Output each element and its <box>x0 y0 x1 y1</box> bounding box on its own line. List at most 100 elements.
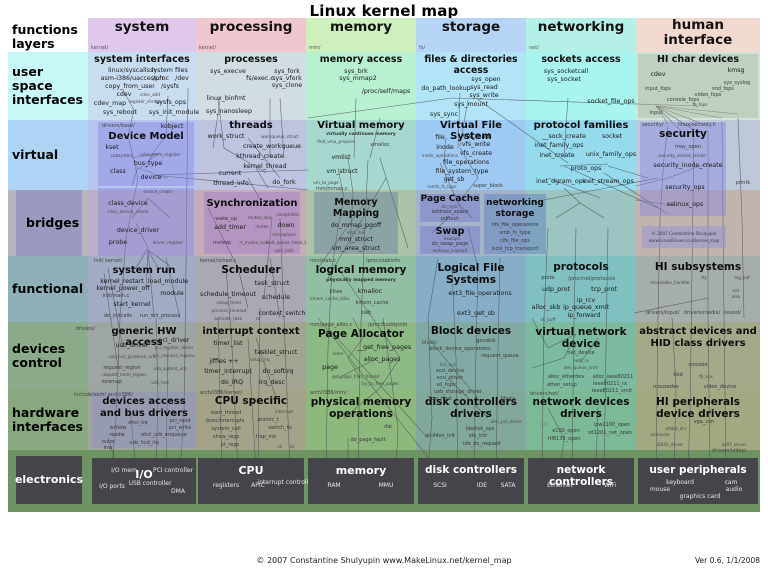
block-swap[interactable]: Swap kswapd do_swap_page wakeup_kswapd <box>420 226 480 254</box>
fn: sys_clone <box>271 82 303 89</box>
column-header-memory[interactable]: memory mm/ <box>306 18 416 52</box>
fn: slab <box>360 310 372 316</box>
electronics-user-peripherals[interactable]: user peripherals keyboard cam mouse audi… <box>638 458 758 504</box>
fn: cdev <box>116 91 132 98</box>
fn: scsi_driver <box>436 375 464 381</box>
block-hi-peripherals-device-drivers[interactable]: HI peripherals device drivers vga_con at… <box>638 392 758 454</box>
block-physical-memory-operations[interactable]: arch/i386/mm/ physical memory operations… <box>308 390 414 448</box>
fn: wakeup_kswapd <box>432 248 468 253</box>
fn: input <box>649 110 663 116</box>
block-title: Page Allocator <box>317 328 405 340</box>
block-abstract-devices-hid[interactable]: abstract devices and HID class drivers c… <box>638 324 758 390</box>
fn: inet_dgram_ops <box>535 178 587 185</box>
block-hi-subsystems[interactable]: HI subsystems mousedev_handler tty log_b… <box>638 258 758 320</box>
block-device-model[interactable]: drivers/base/ kobject Device Model kset … <box>98 122 194 186</box>
electronics-memory[interactable]: memory RAM MMU <box>308 458 414 504</box>
fn: request_queue <box>481 353 519 359</box>
electronics-item: audio <box>725 486 743 493</box>
electronics-item: IDE <box>476 482 488 489</box>
fn: do_page_fault <box>350 437 386 443</box>
fn: usb_hcd <box>151 380 169 385</box>
block-scheduler[interactable]: kernel/sched.c Scheduler task_struct sch… <box>198 258 305 321</box>
row-label-virtual: virtual <box>12 147 59 162</box>
electronics-io[interactable]: I/O I/O mem I/O ports PCI controller USB… <box>92 458 196 504</box>
block-logical-memory[interactable]: mm/slab.c /proc/slabinfo logical memory … <box>308 258 414 320</box>
block-title: Block devices <box>430 325 512 337</box>
fn: pci_register_driver <box>154 345 194 350</box>
fn: task_struct <box>254 280 290 287</box>
block-system-interfaces[interactable]: system interfaces linux/syscalls.h asm-i… <box>90 54 199 118</box>
fn: cli <box>277 444 283 449</box>
block-protocol-families[interactable]: protocol families __sock_create socket i… <box>528 120 637 188</box>
fn: inw <box>103 445 113 451</box>
fn: ide_intr <box>468 433 488 439</box>
electronics-item: SCSI <box>433 482 447 489</box>
fn: device_create <box>143 189 173 194</box>
block-virtual-network-device[interactable]: virtual network device net_device netif_… <box>528 324 634 394</box>
fn: add_timer <box>214 224 246 231</box>
fn: pci_write <box>168 425 192 431</box>
fn: sys_sync <box>430 111 458 118</box>
column-header-networking[interactable]: networking net/ <box>526 18 636 52</box>
block-device-model-bridges[interactable]: device_create class_device class_device_… <box>98 188 194 256</box>
block-logical-file-systems[interactable]: Logical File Systems ext3_file_operation… <box>418 258 524 320</box>
block-disk-controllers-drivers[interactable]: disk controllers drivers Scsi_Host libat… <box>418 392 524 448</box>
block-page-allocator[interactable]: mm/page_alloc.c /proc/buddyinfo Page All… <box>308 322 414 390</box>
block-hi-char-devices[interactable]: HI char devices cdev kmsg sys_syslog inp… <box>638 54 758 118</box>
fn: gendisk <box>476 338 496 344</box>
block-security[interactable]: security/ linux/security.h security may_… <box>640 122 726 216</box>
fn: ac97_driver <box>721 442 747 447</box>
block-interrupt-context[interactable]: interrupt context timer_list tasklet_str… <box>198 324 304 390</box>
electronics-disk-controllers[interactable]: disk controllers SCSI IDE SATA <box>418 458 524 504</box>
column-header-human-interface[interactable]: human interface <box>636 18 760 52</box>
fn: super_block <box>473 183 503 189</box>
block-memory-mapping[interactable]: mm/mmap.c Memory Mapping do_mmap_pgoff v… <box>314 186 398 254</box>
fn: inet_stream_ops <box>582 178 634 185</box>
block-generic-hw-access[interactable]: drivers/ generic HW access usb_driver pc… <box>76 324 196 390</box>
fn: sysfs_ops <box>155 99 187 106</box>
fn: input_fops <box>645 86 671 92</box>
electronics-title: network controllers <box>548 464 614 488</box>
row-label-bridges: bridges <box>16 190 82 256</box>
block-threads[interactable]: threads work_struct workqueue_struct cre… <box>198 120 304 188</box>
column-header-processing[interactable]: processing kernel/ <box>196 18 306 52</box>
fn: libata <box>500 396 516 402</box>
fn: request_mem_region <box>101 372 147 377</box>
electronics-item: mouse <box>649 486 671 493</box>
block-memory-access[interactable]: memory access sys_brk sys_mmap2 /proc/se… <box>308 54 414 118</box>
block-devices-access-bus-drivers[interactable]: include/asm/ arch/i386/ devices access a… <box>74 392 196 451</box>
block-block-devices[interactable]: Block devices block/ gendisk block_devic… <box>418 324 524 396</box>
block-subtitle: physically mapped memory <box>326 278 396 283</box>
block-cpu-specific[interactable]: arch/i386/kernel/ CPU specific start_thr… <box>198 390 304 449</box>
block-sockets-access[interactable]: sockets access sys_socketcall sys_socket… <box>528 54 634 118</box>
fn: rtl8139_open <box>547 436 581 442</box>
fn: sys_write <box>469 92 499 99</box>
block-network-devices-drivers[interactable]: drivers/net/ network devices drivers net… <box>528 391 634 448</box>
fn: block_device_operations <box>429 346 491 352</box>
electronics-cpu[interactable]: CPU registers APIC interrupt controller <box>198 458 314 504</box>
fn: ipw2100_open <box>593 422 631 428</box>
block-system-run[interactable]: init/ kernel/ system run kernel_restart … <box>92 258 196 320</box>
block-protocols[interactable]: protocols /proc/net/protocols proto udp_… <box>528 258 634 323</box>
fn: mutex <box>255 224 269 229</box>
fn: sys_reboot <box>103 109 137 116</box>
fn: find_vma_prepare <box>317 139 355 144</box>
fn: ip_rcv <box>576 297 596 304</box>
block-virtual-file-system[interactable]: Virtual File System file vfs_read vfs_wr… <box>418 120 524 189</box>
electronics-network-controllers[interactable]: network controllers Ethernet WiFi <box>528 458 634 504</box>
block-synchronization[interactable]: Synchronization wake_up mutex_lock compl… <box>204 192 306 254</box>
block-virtual-memory[interactable]: Virtual memory virtually continues memor… <box>308 120 414 188</box>
fn: fs/exec.c <box>246 75 274 82</box>
block-title: security <box>659 128 707 140</box>
fn: inet_create <box>539 152 575 159</box>
fn: copy_from_user <box>105 83 155 90</box>
block-processes[interactable]: processes sys_execve fs/exec.c sys_fork … <box>198 54 304 118</box>
block-networking-storage[interactable]: networking storage nfs_file_operations s… <box>484 194 546 254</box>
block-path3: sound/ <box>724 310 741 316</box>
block-page-cache[interactable]: Page Cache do_sync address_space pdflush <box>420 194 480 222</box>
electronics-item: DMA <box>171 488 185 495</box>
column-header-storage[interactable]: storage fs/ <box>416 18 526 52</box>
column-header-system[interactable]: system kernel/ <box>88 18 196 52</box>
block-files-directories-access[interactable]: files & directories access sys_open sys_… <box>418 54 524 118</box>
fn: fb_ops <box>699 374 713 379</box>
